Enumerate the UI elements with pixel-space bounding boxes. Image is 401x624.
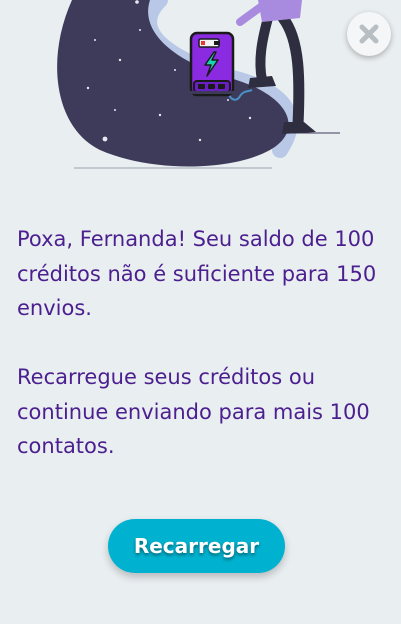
recharge-button[interactable]: Recarregar	[108, 519, 285, 573]
close-button[interactable]	[347, 12, 391, 56]
credits-message: Poxa, Fernanda! Seu saldo de 100 crédito…	[17, 222, 387, 464]
recharge-suggestion-text: Recarregue seus créditos ou continue env…	[17, 365, 370, 458]
insufficient-balance-text: Poxa, Fernanda! Seu saldo de 100 crédito…	[17, 227, 377, 320]
close-icon	[359, 24, 379, 44]
battery-charging-illustration	[57, 0, 340, 169]
low-credits-dialog: Poxa, Fernanda! Seu saldo de 100 crédito…	[0, 0, 401, 624]
